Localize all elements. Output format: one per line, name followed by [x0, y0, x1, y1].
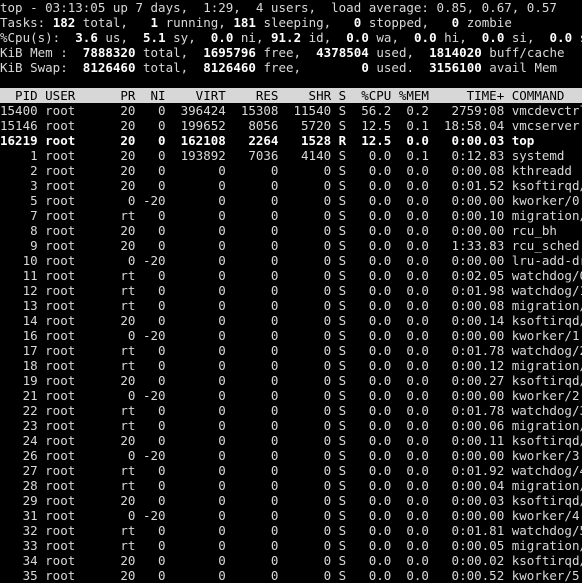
cpu-id-value: 91.2: [271, 30, 302, 45]
swap-total-value: 8126460: [82, 60, 136, 75]
swap-free-value: 8126460: [203, 60, 256, 75]
terminal-window[interactable]: top - 03:13:05 up 7 days, 1:29, 4 users,…: [0, 0, 582, 583]
process-list[interactable]: 15400 root 20 0 396424 15308 11540 S 56.…: [0, 103, 582, 583]
table-row[interactable]: 8 root 20 0 0 0 0 S 0.0 0.0 0:00.00 rcu_…: [0, 223, 582, 238]
table-row[interactable]: 29 root 20 0 0 0 0 S 0.0 0.0 0:00.03 kso…: [0, 493, 582, 508]
cpu-us-value: 3.6: [75, 30, 98, 45]
uptime-line: top - 03:13:05 up 7 days, 1:29, 4 users,…: [0, 0, 582, 15]
cpu-st-value: 0.0: [549, 30, 573, 45]
table-row[interactable]: 33 root rt 0 0 0 0 S 0.0 0.0 0:00.05 mig…: [0, 538, 582, 553]
table-row[interactable]: 9 root 20 0 0 0 0 S 0.0 0.0 1:33.83 rcu_…: [0, 238, 582, 253]
mem-free-label: free,: [263, 45, 302, 60]
table-row[interactable]: 21 root 0 -20 0 0 0 S 0.0 0.0 0:00.00 kw…: [0, 388, 582, 403]
cpu-si-label: si,: [511, 30, 535, 45]
cpu-hi-label: hi,: [444, 30, 467, 45]
cpu-wa-value: 0.0: [346, 30, 369, 45]
cpu-sy-label: sy,: [173, 30, 196, 45]
swap-free-label: free,: [263, 60, 302, 75]
cpu-si-value: 0.0: [481, 30, 505, 45]
cpu-ni-label: ni,: [240, 30, 264, 45]
table-row[interactable]: 31 root 0 -20 0 0 0 S 0.0 0.0 0:00.00 kw…: [0, 508, 582, 523]
table-row[interactable]: 26 root 0 -20 0 0 0 S 0.0 0.0 0:00.00 kw…: [0, 448, 582, 463]
table-row[interactable]: 18 root rt 0 0 0 0 S 0.0 0.0 0:00.12 mig…: [0, 358, 582, 373]
table-row[interactable]: 12 root rt 0 0 0 0 S 0.0 0.0 0:01.98 wat…: [0, 283, 582, 298]
cpu-id-label: id,: [308, 30, 332, 45]
uptime-line-text: top - 03:13:05 up 7 days, 1:29, 4 users,…: [0, 0, 557, 15]
cpu-ni-value: 0.0: [210, 30, 234, 45]
tasks-running-label: running,: [165, 15, 226, 30]
tasks-stopped-label: stopped,: [368, 15, 430, 30]
tasks-total-value: 182: [52, 15, 76, 30]
cpu-hi-value: 0.0: [414, 30, 437, 45]
tasks-running-value: 1: [150, 15, 159, 30]
table-row[interactable]: 16219 root 20 0 162108 2264 1528 R 12.5 …: [0, 133, 582, 148]
table-column-header[interactable]: PID USER PR NI VIRT RES SHR S %CPU %MEM …: [0, 88, 582, 103]
cpu-sy-value: 5.1: [143, 30, 166, 45]
swap-used-value: 0: [361, 60, 369, 75]
swap-avail-label: avail Mem: [489, 60, 558, 75]
tasks-stopped-value: 0: [353, 15, 362, 30]
table-row[interactable]: 14 root 20 0 0 0 0 S 0.0 0.0 0:00.14 kso…: [0, 313, 582, 328]
tasks-zombie-label: zombie: [466, 15, 512, 30]
swap-total-label: total,: [143, 60, 189, 75]
mem-buffcache-value: 1814020: [429, 45, 482, 60]
table-row[interactable]: 2 root 20 0 0 0 0 S 0.0 0.0 0:00.08 kthr…: [0, 163, 582, 178]
tasks-total-label: total,: [82, 15, 128, 30]
swap-avail-value: 3156100: [429, 60, 482, 75]
mem-total-label: total,: [143, 45, 189, 60]
table-row[interactable]: 1 root 20 0 193892 7036 4140 S 0.0 0.1 0…: [0, 148, 582, 163]
mem-label: KiB Mem :: [0, 45, 68, 60]
table-row[interactable]: 11 root rt 0 0 0 0 S 0.0 0.0 0:02.05 wat…: [0, 268, 582, 283]
tasks-sleeping-value: 181: [233, 15, 256, 30]
table-row[interactable]: 17 root rt 0 0 0 0 S 0.0 0.0 0:01.78 wat…: [0, 343, 582, 358]
mem-free-value: 1695796: [203, 45, 256, 60]
table-row[interactable]: 34 root 20 0 0 0 0 S 0.0 0.0 0:00.02 kso…: [0, 553, 582, 568]
mem-used-label: used,: [376, 45, 415, 60]
table-row[interactable]: 28 root rt 0 0 0 0 S 0.0 0.0 0:00.04 mig…: [0, 478, 582, 493]
cpu-label: %Cpu(s):: [0, 30, 61, 45]
table-row[interactable]: 27 root rt 0 0 0 0 S 0.0 0.0 0:01.92 wat…: [0, 463, 582, 478]
mem-buffcache-label: buff/cache: [489, 45, 565, 60]
table-row[interactable]: 19 root 20 0 0 0 0 S 0.0 0.0 0:00.27 kso…: [0, 373, 582, 388]
table-row[interactable]: 5 root 0 -20 0 0 0 S 0.0 0.0 0:00.00 kwo…: [0, 193, 582, 208]
cpu-wa-label: wa,: [376, 30, 399, 45]
tasks-sleeping-label: sleeping,: [263, 15, 332, 30]
tasks-zombie-value: 0: [451, 15, 460, 30]
swap-line: KiB Swap: 8126460 total, 8126460 free, 0…: [0, 60, 582, 75]
table-row[interactable]: 7 root rt 0 0 0 0 S 0.0 0.0 0:00.10 migr…: [0, 208, 582, 223]
mem-used-value: 4378504: [316, 45, 369, 60]
summary-table-gap: [0, 75, 582, 88]
table-row[interactable]: 23 root rt 0 0 0 0 S 0.0 0.0 0:00.06 mig…: [0, 418, 582, 433]
table-row[interactable]: 3 root 20 0 0 0 0 S 0.0 0.0 0:01.52 ksof…: [0, 178, 582, 193]
table-row[interactable]: 10 root 0 -20 0 0 0 S 0.0 0.0 0:00.00 lr…: [0, 253, 582, 268]
cpu-us-label: us,: [105, 30, 128, 45]
swap-label: KiB Swap:: [0, 60, 68, 75]
table-row[interactable]: 15400 root 20 0 396424 15308 11540 S 56.…: [0, 103, 582, 118]
summary-area: top - 03:13:05 up 7 days, 1:29, 4 users,…: [0, 0, 582, 75]
tasks-line: Tasks: 182 total, 1 running, 181 sleepin…: [0, 15, 582, 30]
mem-line: KiB Mem : 7888320 total, 1695796 free, 4…: [0, 45, 582, 60]
table-row[interactable]: 22 root rt 0 0 0 0 S 0.0 0.0 0:01.78 wat…: [0, 403, 582, 418]
table-row[interactable]: 15146 root 20 0 199652 8056 5720 S 12.5 …: [0, 118, 582, 133]
table-row[interactable]: 13 root rt 0 0 0 0 S 0.0 0.0 0:00.08 mig…: [0, 298, 582, 313]
cpu-line: %Cpu(s): 3.6 us, 5.1 sy, 0.0 ni, 91.2 id…: [0, 30, 582, 45]
table-row[interactable]: 32 root rt 0 0 0 0 S 0.0 0.0 0:01.81 wat…: [0, 523, 582, 538]
table-row[interactable]: 16 root 0 -20 0 0 0 S 0.0 0.0 0:00.00 kw…: [0, 328, 582, 343]
table-row[interactable]: 24 root 20 0 0 0 0 S 0.0 0.0 0:00.11 kso…: [0, 433, 582, 448]
swap-used-label: used.: [376, 60, 415, 75]
mem-total-value: 7888320: [82, 45, 136, 60]
tasks-label: Tasks:: [0, 15, 46, 30]
